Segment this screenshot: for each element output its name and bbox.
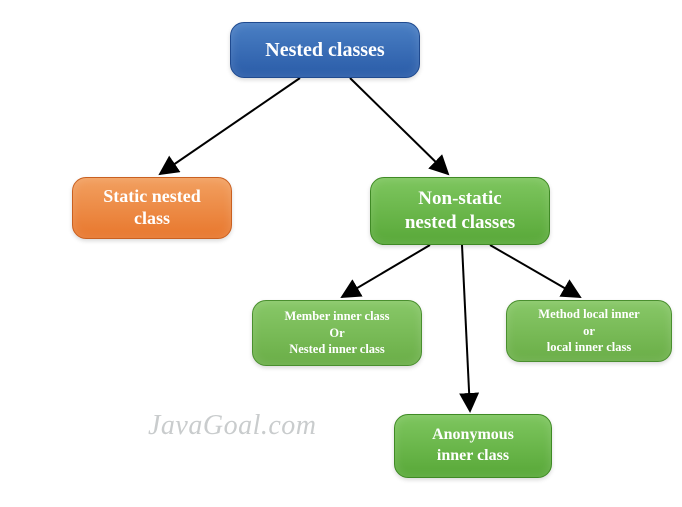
node-line: Non-static <box>418 187 501 211</box>
node-line: Nested inner class <box>289 341 385 358</box>
node-line: Or <box>329 325 344 342</box>
node-line: class <box>134 208 170 230</box>
node-non-static-nested-classes: Non-static nested classes <box>370 177 550 245</box>
node-line: or <box>583 323 595 340</box>
node-line: local inner class <box>547 339 632 356</box>
node-anonymous-inner-class: Anonymous inner class <box>394 414 552 478</box>
node-line: nested classes <box>405 211 515 235</box>
node-line: inner class <box>437 446 509 467</box>
watermark-text: JavaGoal.com <box>148 410 317 442</box>
node-line: Static nested <box>103 186 201 208</box>
node-static-nested-class: Static nested class <box>72 177 232 239</box>
node-label: Nested classes <box>265 39 384 62</box>
node-line: Member inner class <box>284 308 389 325</box>
node-nested-classes: Nested classes <box>230 22 420 78</box>
node-member-inner-class: Member inner class Or Nested inner class <box>252 300 422 366</box>
node-line: Anonymous <box>432 425 514 446</box>
node-line: Method local inner <box>538 306 639 323</box>
node-method-local-inner-class: Method local inner or local inner class <box>506 300 672 362</box>
